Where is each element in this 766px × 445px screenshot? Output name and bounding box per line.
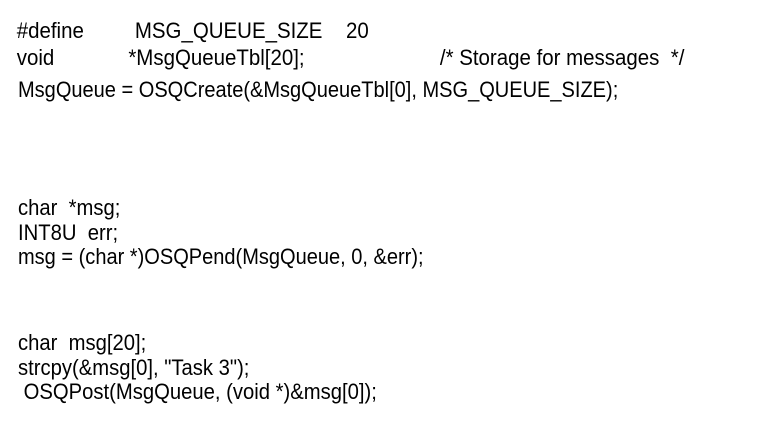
msg-queue-tbl-decl: *MsgQueueTbl[20]; [128,45,305,70]
define-line: #define MSG_QUEUE_SIZE 20 [0,17,369,45]
define-name: MSG_QUEUE_SIZE [134,18,323,43]
void-decl-line: void *MsgQueueTbl[20]; /* Storage for me… [0,44,685,72]
storage-comment: /* Storage for messages */ [439,45,685,70]
define-keyword: #define [16,18,84,43]
code-line: char *msg; [18,195,121,220]
define-value: 20 [345,18,369,43]
osq-create-line: MsgQueue = OSQCreate(&MsgQueueTbl[0], MS… [18,77,619,102]
void-keyword: void [16,45,55,70]
code-line: char msg[20]; [18,330,147,355]
code-line: OSQPost(MsgQueue, (void *)&msg[0]); [18,379,377,404]
code-line: msg = (char *)OSQPend(MsgQueue, 0, &err)… [18,244,424,269]
